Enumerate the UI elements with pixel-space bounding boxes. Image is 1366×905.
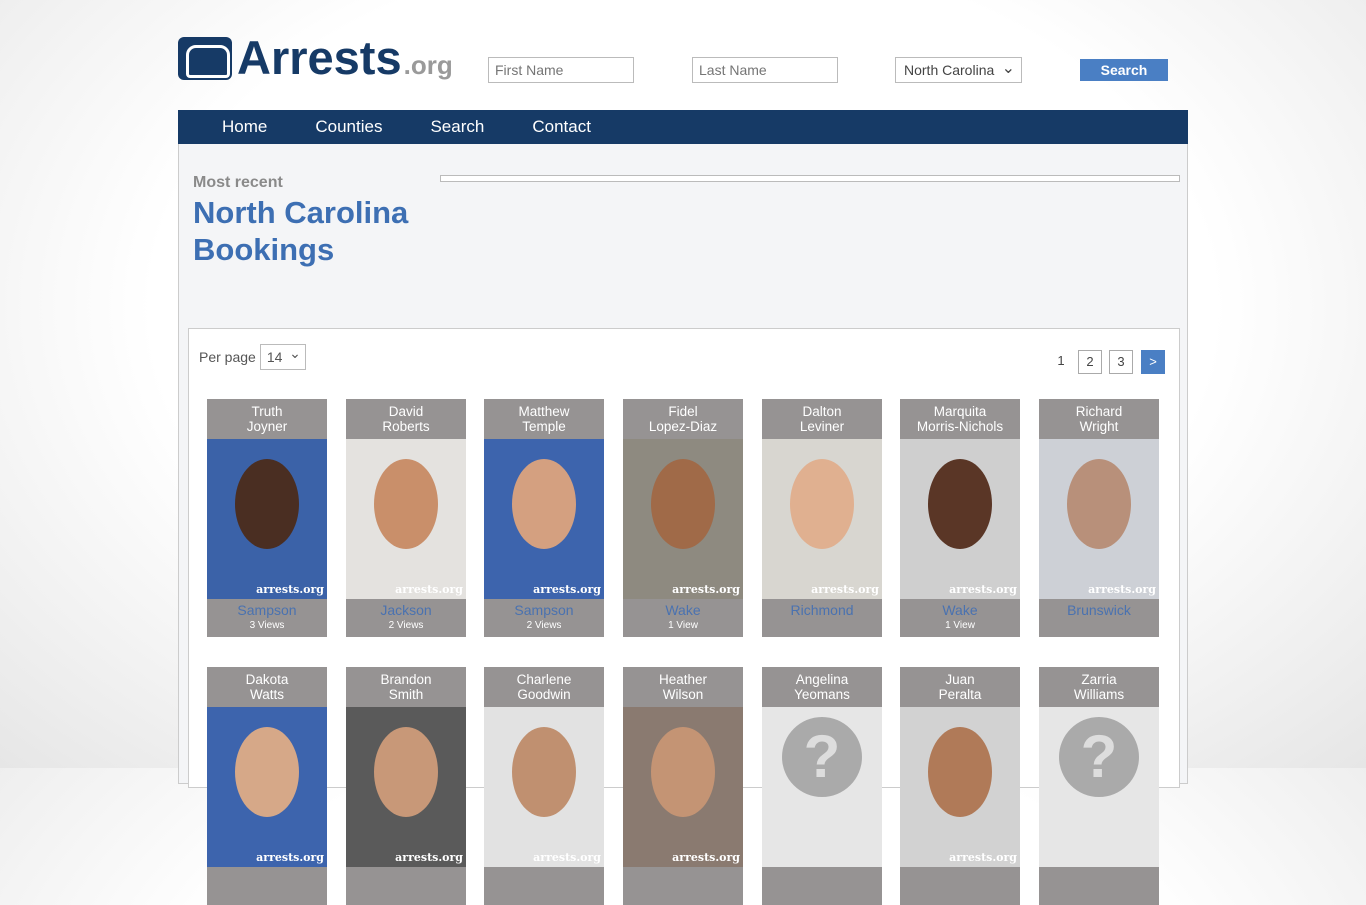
nav-counties[interactable]: Counties <box>315 110 382 144</box>
county-link[interactable]: Sampson <box>207 599 327 618</box>
view-count: 2 Views <box>388 620 424 631</box>
booking-card[interactable]: Angelina Yeomans? <box>762 667 882 905</box>
mugshot-photo[interactable]: arrests.org <box>207 439 327 599</box>
person-name[interactable]: Brandon Smith <box>346 667 466 707</box>
person-name[interactable]: Matthew Temple <box>484 399 604 439</box>
watermark: arrests.org <box>949 851 1017 864</box>
person-name[interactable]: Fidel Lopez-Diaz <box>623 399 743 439</box>
county-link[interactable]: Jackson <box>346 599 466 618</box>
watermark: arrests.org <box>811 583 879 596</box>
no-photo-placeholder: ? <box>762 707 882 867</box>
page-title: North Carolina Bookings <box>193 195 409 267</box>
view-count: 1 View <box>945 620 975 631</box>
view-count: 3 Views <box>249 620 285 631</box>
page-1: 1 <box>1057 353 1065 368</box>
county-link[interactable] <box>207 867 327 870</box>
mugshot-photo[interactable]: arrests.org <box>346 439 466 599</box>
county-link[interactable] <box>346 867 466 870</box>
person-name[interactable]: Zarria Williams <box>1039 667 1159 707</box>
mugshot-photo[interactable]: arrests.org <box>762 439 882 599</box>
main-nav: Home Counties Search Contact <box>178 110 1188 144</box>
county-link[interactable]: Richmond <box>762 599 882 618</box>
mugshot-photo[interactable]: arrests.org <box>484 439 604 599</box>
per-page: Per page 14 <box>199 344 306 370</box>
person-name[interactable]: Heather Wilson <box>623 667 743 707</box>
page-3[interactable]: 3 <box>1109 350 1133 374</box>
county-link[interactable]: Wake <box>623 599 743 618</box>
booking-card[interactable]: Dakota Watts arrests.org <box>207 667 327 905</box>
mugshot-photo[interactable]: arrests.org <box>900 707 1020 867</box>
per-page-select[interactable]: 14 <box>259 344 306 370</box>
nav-home[interactable]: Home <box>222 110 267 144</box>
person-name[interactable]: Marquita Morris-Nichols <box>900 399 1020 439</box>
no-photo-placeholder: ? <box>1039 707 1159 867</box>
person-name[interactable]: Charlene Goodwin <box>484 667 604 707</box>
county-link[interactable]: Wake <box>900 599 1020 618</box>
watermark: arrests.org <box>1088 583 1156 596</box>
watermark: arrests.org <box>672 851 740 864</box>
person-name[interactable]: Dakota Watts <box>207 667 327 707</box>
county-link[interactable] <box>900 867 1020 870</box>
kicker: Most recent <box>193 174 283 191</box>
booking-card[interactable]: Truth Joyner arrests.org Sampson 3 Views <box>207 399 327 637</box>
mugshot-photo[interactable]: arrests.org <box>484 707 604 867</box>
booking-card[interactable]: Matthew Temple arrests.org Sampson 2 Views <box>484 399 604 637</box>
question-icon: ? <box>782 717 862 797</box>
watermark: arrests.org <box>533 583 601 596</box>
person-name[interactable]: Richard Wright <box>1039 399 1159 439</box>
county-link[interactable] <box>762 867 882 870</box>
watermark: arrests.org <box>395 851 463 864</box>
booking-card[interactable]: Dalton Leviner arrests.org Richmond <box>762 399 882 637</box>
person-name[interactable]: Juan Peralta <box>900 667 1020 707</box>
booking-card[interactable]: Charlene Goodwin arrests.org <box>484 667 604 905</box>
county-link[interactable] <box>1039 867 1159 870</box>
booking-card[interactable]: David Roberts arrests.org Jackson 2 Views <box>346 399 466 637</box>
mugshot-photo[interactable]: arrests.org <box>623 707 743 867</box>
booking-card[interactable]: Richard Wright arrests.org Brunswick <box>1039 399 1159 637</box>
person-name[interactable]: Dalton Leviner <box>762 399 882 439</box>
booking-card[interactable]: Fidel Lopez-Diaz arrests.org Wake 1 View <box>623 399 743 637</box>
county-link[interactable]: Brunswick <box>1039 599 1159 618</box>
search-button[interactable]: Search <box>1080 59 1168 81</box>
watermark: arrests.org <box>256 851 324 864</box>
nav-search[interactable]: Search <box>430 110 484 144</box>
county-link[interactable] <box>484 867 604 870</box>
booking-card[interactable]: Juan Peralta arrests.org <box>900 667 1020 905</box>
person-name[interactable]: Angelina Yeomans <box>762 667 882 707</box>
mugshot-photo[interactable]: arrests.org <box>207 707 327 867</box>
county-link[interactable]: Sampson <box>484 599 604 618</box>
person-name[interactable]: Truth Joyner <box>207 399 327 439</box>
watermark: arrests.org <box>395 583 463 596</box>
mugshot-photo[interactable]: arrests.org <box>346 707 466 867</box>
county-link[interactable] <box>623 867 743 870</box>
state-select[interactable]: North Carolina <box>895 57 1022 83</box>
site-logo[interactable]: Arrests .org <box>178 34 453 81</box>
handcuffs-logo-icon <box>178 37 232 80</box>
nav-contact[interactable]: Contact <box>532 110 591 144</box>
question-icon: ? <box>1059 717 1139 797</box>
watermark: arrests.org <box>672 583 740 596</box>
person-name[interactable]: David Roberts <box>346 399 466 439</box>
ad-bar <box>440 175 1180 182</box>
booking-card[interactable]: Zarria Williams? <box>1039 667 1159 905</box>
first-name-input[interactable] <box>488 57 634 83</box>
mugshot-photo[interactable]: arrests.org <box>1039 439 1159 599</box>
booking-card[interactable]: Brandon Smith arrests.org <box>346 667 466 905</box>
view-count: 2 Views <box>526 620 562 631</box>
booking-card[interactable]: Marquita Morris-Nichols arrests.org Wake 1 V… <box>900 399 1020 637</box>
watermark: arrests.org <box>949 583 1017 596</box>
watermark: arrests.org <box>533 851 601 864</box>
last-name-input[interactable] <box>692 57 838 83</box>
mugshot-photo[interactable]: arrests.org <box>623 439 743 599</box>
watermark: arrests.org <box>256 583 324 596</box>
page-2[interactable]: 2 <box>1078 350 1102 374</box>
mugshot-photo[interactable]: arrests.org <box>900 439 1020 599</box>
view-count: 1 View <box>668 620 698 631</box>
next-page-button[interactable]: > <box>1141 350 1165 374</box>
booking-card[interactable]: Heather Wilson arrests.org <box>623 667 743 905</box>
